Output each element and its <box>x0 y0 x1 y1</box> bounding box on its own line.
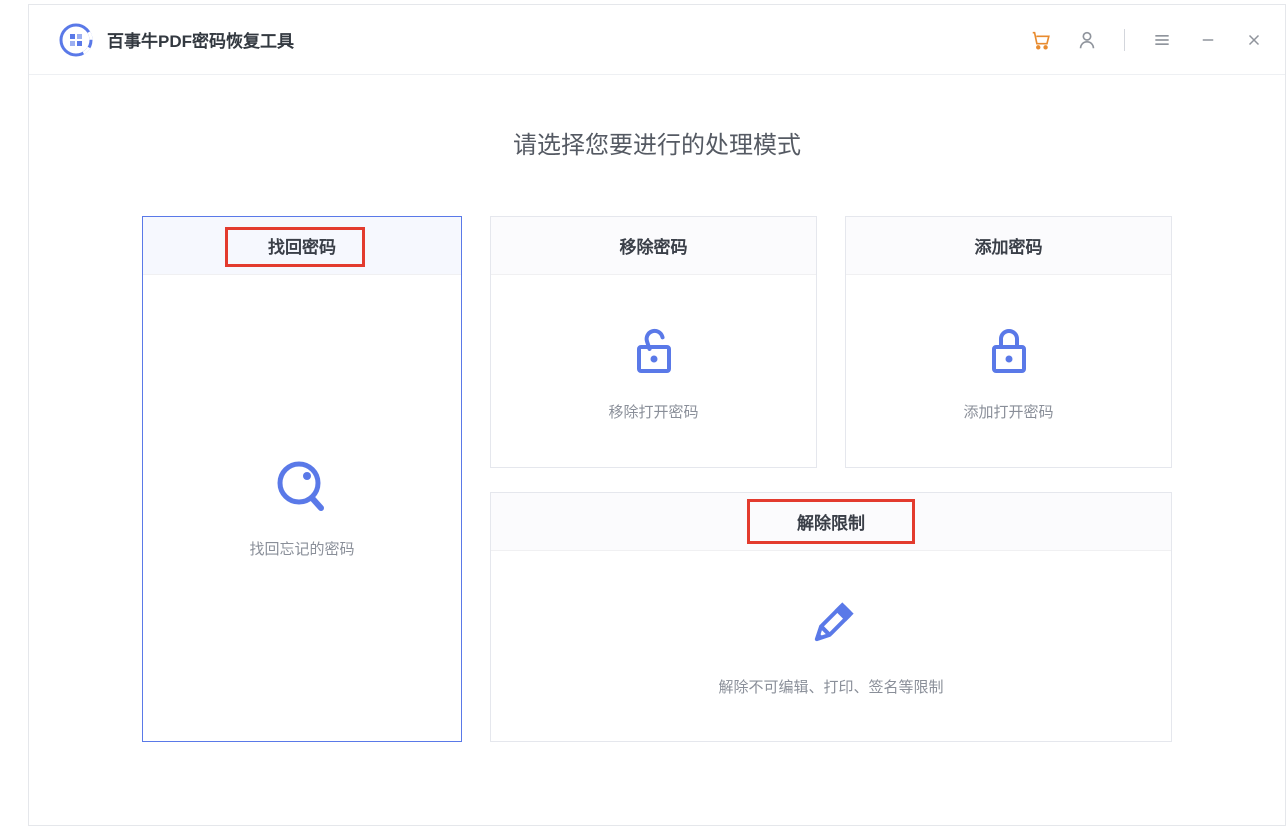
main-content: 请选择您要进行的处理模式 找回密码 <box>29 75 1285 825</box>
card-add-password[interactable]: 添加密码 添加打开密码 <box>845 216 1172 468</box>
card-unrestrict-body: 解除不可编辑、打印、签名等限制 <box>491 551 1171 741</box>
titlebar-right <box>1030 29 1265 51</box>
card-recover-desc: 找回忘记的密码 <box>249 538 354 559</box>
app-window: 百事牛PDF密码恢复工具 <box>28 4 1286 826</box>
pencil-icon <box>802 596 860 654</box>
app-title: 百事牛PDF密码恢复工具 <box>107 27 294 52</box>
card-unrestrict-desc: 解除不可编辑、打印、签名等限制 <box>718 676 943 697</box>
user-icon[interactable] <box>1076 29 1098 51</box>
close-icon[interactable] <box>1243 29 1265 51</box>
magnifier-icon <box>273 458 331 516</box>
row-top: 移除密码 移除打开密码 <box>490 216 1172 468</box>
card-unrestrict-header: 解除限制 <box>491 493 1171 551</box>
card-recover-title: 找回密码 <box>268 233 336 258</box>
titlebar-separator <box>1124 29 1125 51</box>
card-add-title: 添加密码 <box>975 233 1043 258</box>
card-remove-title: 移除密码 <box>620 233 688 258</box>
card-remove-header: 移除密码 <box>491 217 816 275</box>
card-add-header: 添加密码 <box>846 217 1171 275</box>
card-recover-password[interactable]: 找回密码 找回忘记的密码 <box>142 216 462 742</box>
titlebar-left: 百事牛PDF密码恢复工具 <box>59 23 294 57</box>
card-remove-restriction[interactable]: 解除限制 <box>490 492 1172 742</box>
card-remove-password[interactable]: 移除密码 移除打开密码 <box>490 216 817 468</box>
column-left: 找回密码 找回忘记的密码 <box>142 216 462 742</box>
card-remove-body: 移除打开密码 <box>491 275 816 467</box>
cart-icon[interactable] <box>1030 29 1052 51</box>
app-logo-icon <box>59 23 93 57</box>
card-remove-desc: 移除打开密码 <box>608 401 698 422</box>
cards-area: 找回密码 找回忘记的密码 <box>142 216 1172 742</box>
lock-icon <box>980 321 1038 379</box>
page-title: 请选择您要进行的处理模式 <box>513 125 801 160</box>
card-recover-header: 找回密码 <box>143 217 461 275</box>
unlock-icon <box>625 321 683 379</box>
minimize-icon[interactable] <box>1197 29 1219 51</box>
titlebar: 百事牛PDF密码恢复工具 <box>29 5 1285 75</box>
card-add-body: 添加打开密码 <box>846 275 1171 467</box>
card-recover-body: 找回忘记的密码 <box>143 275 461 741</box>
menu-icon[interactable] <box>1151 29 1173 51</box>
card-add-desc: 添加打开密码 <box>963 401 1053 422</box>
card-unrestrict-title: 解除限制 <box>797 509 865 534</box>
column-right: 移除密码 移除打开密码 <box>490 216 1172 742</box>
